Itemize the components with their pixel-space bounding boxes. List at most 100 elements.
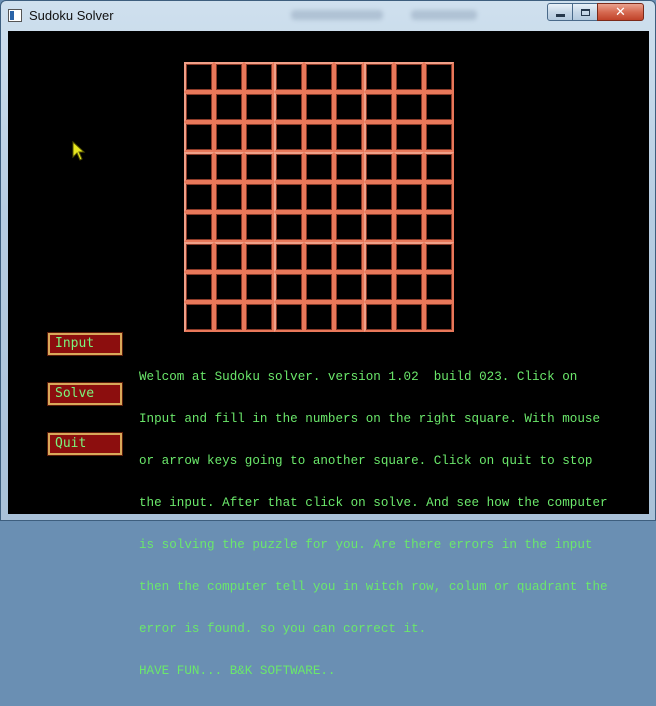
sudoku-cell[interactable] xyxy=(364,242,394,272)
intro-text: Welcom at Sudoku solver. version 1.02 bu… xyxy=(139,342,649,706)
sudoku-cell[interactable] xyxy=(244,152,274,182)
sudoku-cell[interactable] xyxy=(274,92,304,122)
sudoku-cell[interactable] xyxy=(364,212,394,242)
sudoku-cell[interactable] xyxy=(364,62,394,92)
sudoku-cell[interactable] xyxy=(394,92,424,122)
intro-line: error is found. so you can correct it. xyxy=(139,622,427,636)
sudoku-cell[interactable] xyxy=(274,272,304,302)
sudoku-cell[interactable] xyxy=(424,212,454,242)
sudoku-cell[interactable] xyxy=(274,152,304,182)
sudoku-cell[interactable] xyxy=(274,62,304,92)
sudoku-cell[interactable] xyxy=(244,272,274,302)
sudoku-cell[interactable] xyxy=(184,92,214,122)
title-bar[interactable]: Sudoku Solver ✕ xyxy=(1,1,655,31)
sudoku-cell[interactable] xyxy=(184,302,214,332)
sudoku-cell[interactable] xyxy=(394,272,424,302)
sudoku-cell[interactable] xyxy=(334,62,364,92)
sudoku-cell[interactable] xyxy=(424,272,454,302)
intro-line: the input. After that click on solve. An… xyxy=(139,496,608,510)
maximize-button[interactable] xyxy=(572,3,598,21)
sudoku-cell[interactable] xyxy=(184,122,214,152)
sudoku-cell[interactable] xyxy=(184,62,214,92)
sudoku-cell[interactable] xyxy=(304,212,334,242)
sudoku-cell[interactable] xyxy=(214,92,244,122)
sudoku-cell[interactable] xyxy=(394,182,424,212)
sudoku-cell[interactable] xyxy=(214,212,244,242)
sudoku-cell[interactable] xyxy=(274,182,304,212)
sudoku-cell[interactable] xyxy=(364,272,394,302)
sudoku-cell[interactable] xyxy=(184,212,214,242)
sudoku-cell[interactable] xyxy=(334,272,364,302)
quit-button[interactable]: Quit xyxy=(47,432,123,456)
sudoku-cell[interactable] xyxy=(424,62,454,92)
app-icon[interactable] xyxy=(8,9,22,22)
sudoku-cell[interactable] xyxy=(394,212,424,242)
sudoku-cell[interactable] xyxy=(214,242,244,272)
sudoku-cell[interactable] xyxy=(214,182,244,212)
sudoku-cell[interactable] xyxy=(334,212,364,242)
sudoku-cell[interactable] xyxy=(424,122,454,152)
input-button[interactable]: Input xyxy=(47,332,123,356)
sudoku-cell[interactable] xyxy=(364,182,394,212)
sudoku-cell[interactable] xyxy=(394,152,424,182)
window-title: Sudoku Solver xyxy=(29,8,114,23)
sudoku-board[interactable] xyxy=(184,62,454,332)
sudoku-cell[interactable] xyxy=(364,302,394,332)
sudoku-cell[interactable] xyxy=(214,122,244,152)
sudoku-cell[interactable] xyxy=(394,302,424,332)
sudoku-cell[interactable] xyxy=(214,62,244,92)
sudoku-cell[interactable] xyxy=(214,302,244,332)
close-button[interactable]: ✕ xyxy=(597,3,644,21)
mouse-cursor-icon xyxy=(72,141,86,161)
sudoku-cell[interactable] xyxy=(304,122,334,152)
sudoku-cell[interactable] xyxy=(184,272,214,302)
sudoku-cell[interactable] xyxy=(334,242,364,272)
sudoku-cell[interactable] xyxy=(364,122,394,152)
sudoku-cell[interactable] xyxy=(304,152,334,182)
sudoku-cell[interactable] xyxy=(214,272,244,302)
sudoku-cell[interactable] xyxy=(184,242,214,272)
sudoku-cell[interactable] xyxy=(394,122,424,152)
intro-line: then the computer tell you in witch row,… xyxy=(139,580,608,594)
game-canvas[interactable]: Input Solve Quit Welcom at Sudoku solver… xyxy=(8,31,649,678)
intro-line: Input and fill in the numbers on the rig… xyxy=(139,412,601,426)
sudoku-cell[interactable] xyxy=(244,92,274,122)
sudoku-cell[interactable] xyxy=(274,122,304,152)
app-window: Sudoku Solver ✕ Input Solve Quit Welcom … xyxy=(0,0,656,678)
sudoku-cell[interactable] xyxy=(424,92,454,122)
sudoku-cell[interactable] xyxy=(214,152,244,182)
sudoku-cell[interactable] xyxy=(244,212,274,242)
sudoku-cell[interactable] xyxy=(184,152,214,182)
sudoku-cell[interactable] xyxy=(244,302,274,332)
sudoku-cell[interactable] xyxy=(244,242,274,272)
solve-button[interactable]: Solve xyxy=(47,382,123,406)
sudoku-cell[interactable] xyxy=(244,62,274,92)
sudoku-cell[interactable] xyxy=(334,92,364,122)
sudoku-cell[interactable] xyxy=(424,182,454,212)
sudoku-cell[interactable] xyxy=(304,62,334,92)
sudoku-cell[interactable] xyxy=(304,272,334,302)
sudoku-cell[interactable] xyxy=(274,302,304,332)
sudoku-cell[interactable] xyxy=(304,242,334,272)
sudoku-cell[interactable] xyxy=(334,152,364,182)
minimize-button[interactable] xyxy=(547,3,573,21)
sudoku-cell[interactable] xyxy=(424,302,454,332)
sudoku-cell[interactable] xyxy=(424,152,454,182)
sudoku-cell[interactable] xyxy=(334,302,364,332)
sudoku-cell[interactable] xyxy=(244,182,274,212)
sudoku-cell[interactable] xyxy=(184,182,214,212)
sudoku-cell[interactable] xyxy=(334,182,364,212)
sudoku-cell[interactable] xyxy=(304,302,334,332)
intro-line: or arrow keys going to another square. C… xyxy=(139,454,593,468)
sudoku-cell[interactable] xyxy=(274,242,304,272)
sudoku-cell[interactable] xyxy=(244,122,274,152)
sudoku-cell[interactable] xyxy=(304,92,334,122)
sudoku-cell[interactable] xyxy=(364,152,394,182)
sudoku-cell[interactable] xyxy=(394,62,424,92)
sudoku-cell[interactable] xyxy=(274,212,304,242)
sudoku-cell[interactable] xyxy=(364,92,394,122)
sudoku-cell[interactable] xyxy=(424,242,454,272)
sudoku-cell[interactable] xyxy=(304,182,334,212)
sudoku-cell[interactable] xyxy=(394,242,424,272)
sudoku-cell[interactable] xyxy=(334,122,364,152)
